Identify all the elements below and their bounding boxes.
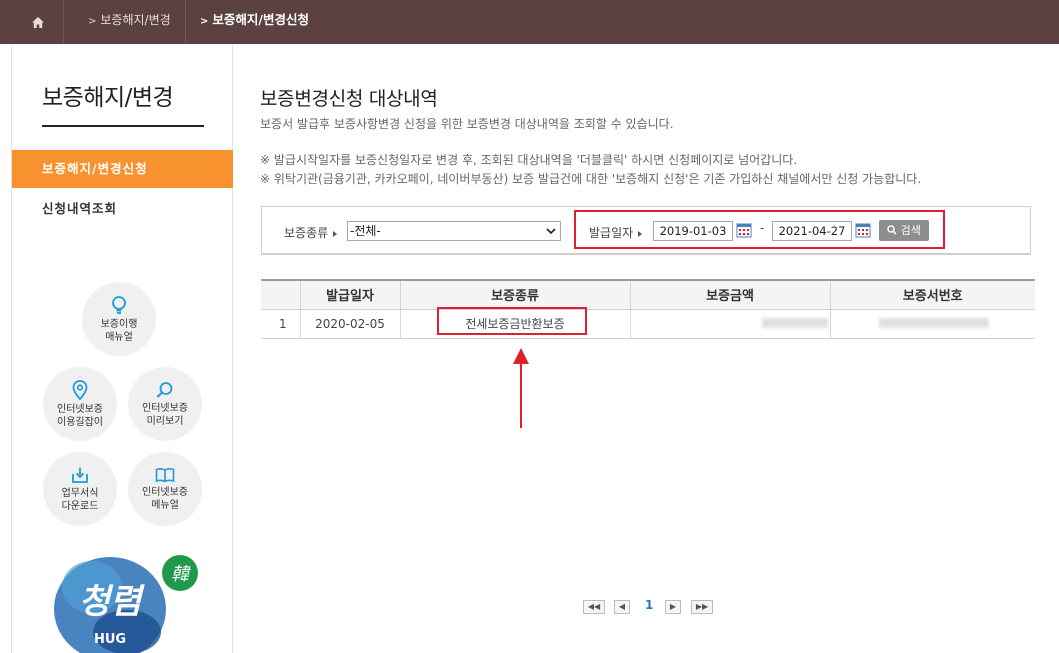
guarantee-type-label: 보증종류 [284,224,338,241]
date-range-dash: - [760,221,765,235]
chevron-right-icon: > [88,16,97,27]
book-icon [155,467,175,482]
calendar-icon[interactable] [855,222,871,238]
table-header-row: 발급일자 보증종류 보증금액 보증서번호 [261,279,1035,310]
sidebar-item-request-history[interactable]: 신청내역조회 [42,198,117,217]
redacted-certificate-number [878,317,989,328]
svg-text:청렴: 청렴 [79,582,145,622]
svg-text:HUG: HUG [94,632,126,647]
notice-line-1: ※ 발급시작일자를 보증신청일자로 변경 후, 조회된 대상내역을 '더블클릭'… [260,153,798,167]
issue-date-label: 발급일자 [589,224,643,241]
search-button[interactable]: 검색 [879,220,929,241]
header-guarantee-amount: 보증금액 [629,279,830,310]
internet-manual-button[interactable]: 인터넷보증 메뉴얼 [128,452,202,526]
header-no [261,279,300,310]
search-panel: 보증종류 -전체- 발급일자 2019-01-03 - 2021-04-27 검… [261,206,1031,255]
guarantee-manual-button[interactable]: 보증이행 매뉴얼 [82,282,156,356]
lightbulb-icon [112,295,126,314]
page-description: 보증서 발급후 보증사항변경 신청을 위한 보증변경 대상내역을 조회할 수 있… [260,117,674,131]
sidebar-title: 보증해지/변경 [42,85,174,111]
internet-guide-button[interactable]: 인터넷보증 이용길잡이 [43,367,117,441]
prev-page-button[interactable]: ◀ [614,600,630,614]
current-page-number[interactable]: 1 [645,598,653,612]
cell-guarantee-amount [629,309,830,339]
first-page-button[interactable]: ◀◀ [583,600,605,614]
guarantee-type-highlight [437,307,587,335]
integrity-hug-logo: 韓 청렴 HUG [52,547,202,653]
chevron-down-icon [546,228,556,235]
cell-issue-date: 2020-02-05 [299,309,400,339]
triangle-right-icon [333,230,338,237]
date-from-input[interactable]: 2019-01-03 [653,221,733,241]
chevron-right-icon: > [200,16,209,27]
next-page-button[interactable]: ▶ [665,600,681,614]
calendar-icon[interactable] [736,222,752,238]
guarantee-type-select[interactable]: -전체- [347,221,561,241]
header-guarantee-type: 보증종류 [399,279,630,310]
download-icon [72,467,88,483]
last-page-button[interactable]: ▶▶ [691,600,713,614]
header-certificate-number: 보증서번호 [829,279,1035,310]
breadcrumb-item-1[interactable]: > 보증해지/변경 [66,0,186,44]
redacted-amount [761,317,828,328]
map-pin-icon [72,379,88,400]
magnifier-icon [156,381,173,398]
date-to-input[interactable]: 2021-04-27 [772,221,852,241]
svg-text:韓: 韓 [171,564,191,585]
cell-no: 1 [261,309,300,339]
results-table: 발급일자 보증종류 보증금액 보증서번호 1 2020-02-05 전세보증금반… [261,279,1035,339]
search-icon [887,225,897,235]
triangle-right-icon [638,230,643,237]
notice-line-2: ※ 위탁기관(금융기관, 카카오페이, 네이버부동산) 보증 발급건에 대한 '… [260,172,922,186]
sidebar-divider [42,125,204,127]
page-title: 보증변경신청 대상내역 [260,88,438,110]
sidebar-item-change-request[interactable]: 보증해지/변경신청 [12,150,233,188]
form-download-button[interactable]: 업무서식 다운로드 [43,452,117,526]
breadcrumb-item-2[interactable]: > 보증해지/변경신청 [192,0,309,44]
sidebar: 보증해지/변경 보증해지/변경신청 신청내역조회 보증이행 매뉴얼 인터넷보증 … [11,44,233,653]
cell-certificate-number [829,309,1035,339]
table-row[interactable]: 1 2020-02-05 전세보증금반환보증 [261,309,1035,339]
top-breadcrumb-bar: > 보증해지/변경 > 보증해지/변경신청 [0,0,1059,44]
internet-preview-button[interactable]: 인터넷보증 미리보기 [128,367,202,441]
header-issue-date: 발급일자 [299,279,400,310]
annotation-arrow-line [520,362,522,428]
home-icon [31,16,44,28]
home-button[interactable] [12,0,64,44]
